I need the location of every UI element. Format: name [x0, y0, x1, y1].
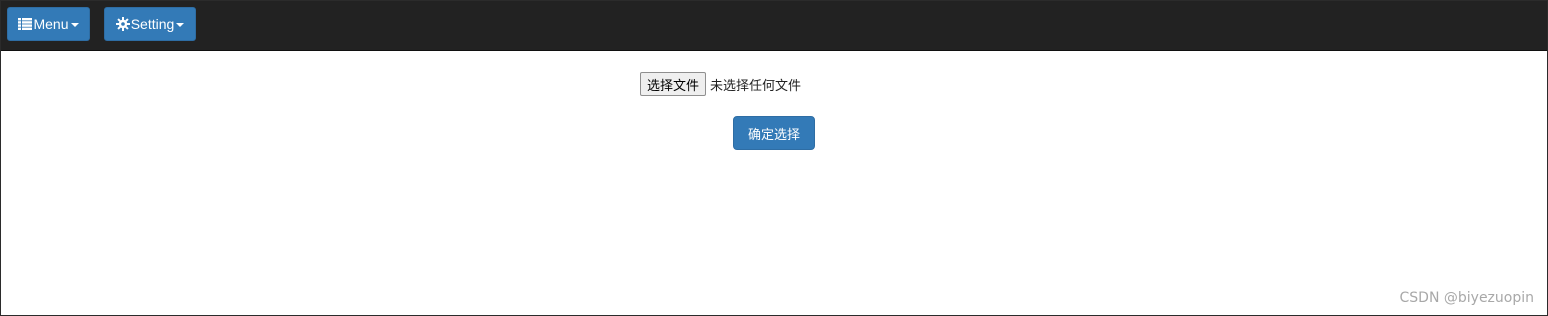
caret-down-icon: [176, 23, 185, 27]
choose-file-button[interactable]: 选择文件: [640, 72, 707, 96]
file-status-text: 未选择任何文件: [710, 78, 802, 94]
gear-icon: [115, 17, 130, 31]
list-icon: [18, 17, 33, 31]
setting-button-label: Setting: [130, 16, 175, 32]
caret-down-icon: [70, 23, 79, 27]
menu-button-label: Menu: [33, 16, 69, 32]
watermark-text: CSDN @biyezuopin: [1399, 290, 1534, 306]
file-input: 选择文件 未选择任何文件: [640, 72, 801, 96]
top-navbar: Menu Setting: [1, 1, 1547, 51]
menu-dropdown-button[interactable]: Menu: [7, 7, 90, 41]
setting-dropdown-button[interactable]: Setting: [104, 7, 196, 41]
confirm-selection-button[interactable]: 确定选择: [733, 116, 815, 150]
